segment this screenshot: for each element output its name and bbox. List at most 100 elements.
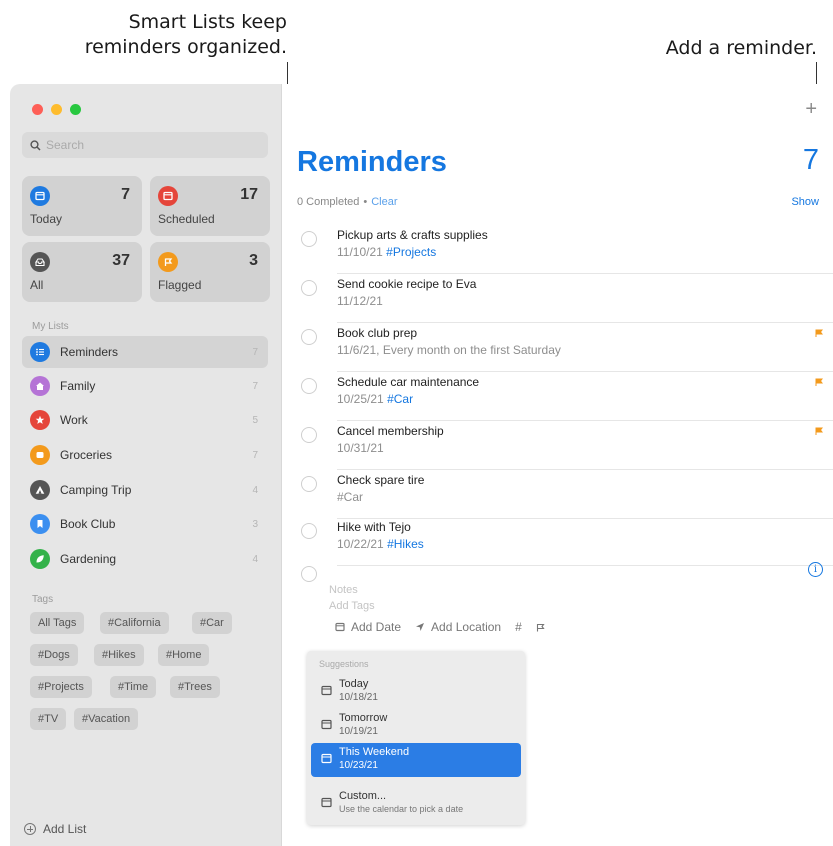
add-location-button[interactable]: Add Location: [415, 620, 501, 634]
reminder-tag[interactable]: #Projects: [386, 245, 436, 259]
list-count: 7: [802, 144, 819, 176]
add-date-button[interactable]: Add Date: [335, 620, 401, 634]
complete-checkbox[interactable]: [301, 280, 317, 296]
reminder-title[interactable]: Book club prep: [337, 326, 417, 340]
smart-lists-callout: Smart Lists keep reminders organized.: [84, 11, 287, 58]
date-suggestions-popover: Suggestions Today 10/18/21 Tomorrow 10/1…: [307, 651, 525, 825]
tag-chip[interactable]: #Home: [158, 644, 210, 666]
clear-button[interactable]: Clear: [371, 196, 397, 208]
calendar-icon: [321, 797, 332, 808]
list-icon: [30, 342, 50, 362]
suggestion-this-weekend[interactable]: This Weekend 10/23/21: [311, 743, 521, 777]
tag-chip[interactable]: All Tags: [30, 612, 85, 634]
sidebar-item-label: Gardening: [60, 552, 117, 566]
reminder-tag[interactable]: #Car: [337, 490, 363, 504]
sidebar-item-count: 4: [252, 484, 258, 496]
complete-checkbox[interactable]: [301, 566, 317, 582]
suggestion-today[interactable]: Today 10/18/21: [311, 675, 521, 709]
reminder-title[interactable]: Send cookie recipe to Eva: [337, 277, 476, 291]
tag-chip[interactable]: #Time: [110, 676, 157, 698]
flag-icon[interactable]: [815, 329, 823, 337]
add-reminder-button[interactable]: +: [805, 98, 817, 121]
notes-field[interactable]: Notes Add Tags: [329, 582, 375, 614]
reminder-title[interactable]: Cancel membership: [337, 424, 444, 438]
flag-outline-icon: [536, 623, 545, 631]
reminder-date: 10/25/21: [337, 392, 384, 406]
minimize-button[interactable]: [51, 104, 62, 115]
reminder-title[interactable]: Schedule car maintenance: [337, 375, 479, 389]
complete-checkbox[interactable]: [301, 427, 317, 443]
reminder-title[interactable]: Check spare tire: [337, 473, 424, 487]
reminder-detail: 10/22/21 #Hikes: [337, 537, 424, 551]
suggestion-custom[interactable]: Custom... Use the calendar to pick a dat…: [311, 787, 521, 821]
complete-checkbox[interactable]: [301, 523, 317, 539]
smart-list-flagged[interactable]: 3 Flagged: [150, 242, 270, 302]
reminder-title[interactable]: Hike with Tejo: [337, 520, 411, 534]
list-title: Reminders: [297, 146, 447, 178]
tags-header: Tags: [32, 594, 54, 605]
sidebar-item-count: 4: [252, 553, 258, 565]
add-list-button[interactable]: Add List: [24, 822, 86, 836]
suggestion-label: Today: [339, 678, 369, 690]
add-date-label: Add Date: [351, 620, 402, 634]
smart-list-scheduled[interactable]: 17 Scheduled: [150, 176, 270, 236]
tag-chip[interactable]: #Projects: [30, 676, 92, 698]
tag-chip[interactable]: #Dogs: [30, 644, 78, 666]
reminder-detail: 10/31/21: [337, 441, 384, 455]
info-icon[interactable]: i: [808, 562, 823, 577]
complete-checkbox[interactable]: [301, 476, 317, 492]
add-tag-button[interactable]: #: [515, 620, 522, 634]
complete-checkbox[interactable]: [301, 378, 317, 394]
zoom-button[interactable]: [70, 104, 81, 115]
reminders-window: Search 7 Today 17 Scheduled 37 All 3 Fla…: [10, 84, 833, 846]
sidebar-item-count: 7: [252, 380, 258, 392]
calendar-icon: [158, 186, 178, 206]
reminder-tag[interactable]: #Car: [387, 392, 413, 406]
tag-chip[interactable]: #Car: [192, 612, 232, 634]
flag-icon: [158, 252, 178, 272]
sidebar-item-work[interactable]: Work 5: [22, 404, 268, 436]
suggestion-label: This Weekend: [339, 746, 410, 758]
search-icon: [30, 139, 41, 151]
sidebar-item-book-club[interactable]: Book Club 3: [22, 508, 268, 540]
tag-chip[interactable]: #Hikes: [94, 644, 144, 666]
bookmark-icon: [30, 514, 50, 534]
tray-icon: [30, 252, 50, 272]
suggestions-header: Suggestions: [319, 659, 369, 669]
sidebar-item-camping-trip[interactable]: Camping Trip 4: [22, 474, 268, 506]
flag-icon[interactable]: [815, 427, 823, 435]
sidebar-item-groceries[interactable]: Groceries 7: [22, 439, 268, 471]
completed-bar: 0 Completed • Clear Show: [297, 196, 819, 208]
complete-checkbox[interactable]: [301, 231, 317, 247]
sidebar-item-reminders[interactable]: Reminders 7: [22, 336, 268, 368]
tag-chip[interactable]: #Vacation: [74, 708, 139, 730]
flag-button[interactable]: [536, 623, 551, 632]
reminder-title[interactable]: Pickup arts & crafts supplies: [337, 228, 488, 242]
sidebar-item-count: 3: [252, 518, 258, 530]
complete-checkbox[interactable]: [301, 329, 317, 345]
window-controls: [32, 104, 81, 115]
smart-list-today[interactable]: 7 Today: [22, 176, 142, 236]
location-arrow-icon: [416, 623, 425, 631]
close-button[interactable]: [32, 104, 43, 115]
tag-chip[interactable]: #TV: [30, 708, 67, 730]
tag-chip[interactable]: #California: [100, 612, 169, 634]
tag-chip[interactable]: #Trees: [170, 676, 220, 698]
flag-icon[interactable]: [815, 378, 823, 386]
smart-list-count: 17: [240, 186, 258, 203]
reminder-row: Check spare tire #Car: [297, 470, 833, 519]
show-button[interactable]: Show: [791, 196, 819, 208]
sidebar-item-family[interactable]: Family 7: [22, 370, 268, 402]
calendar-icon: [321, 719, 332, 730]
smart-list-label: Flagged: [158, 278, 202, 292]
reminder-row: Book club prep 11/6/21, Every month on t…: [297, 323, 833, 372]
reminder-tag[interactable]: #Hikes: [387, 537, 424, 551]
suggestion-tomorrow[interactable]: Tomorrow 10/19/21: [311, 709, 521, 743]
smart-list-all[interactable]: 37 All: [22, 242, 142, 302]
sidebar-item-gardening[interactable]: Gardening 4: [22, 543, 268, 575]
suggestion-date: 10/23/21: [339, 760, 378, 771]
search-field[interactable]: Search: [22, 132, 268, 158]
sidebar-item-count: 7: [252, 449, 258, 461]
smart-list-label: Scheduled: [158, 212, 215, 226]
main-pane: + Reminders 7 0 Completed • Clear Show P…: [283, 84, 833, 846]
